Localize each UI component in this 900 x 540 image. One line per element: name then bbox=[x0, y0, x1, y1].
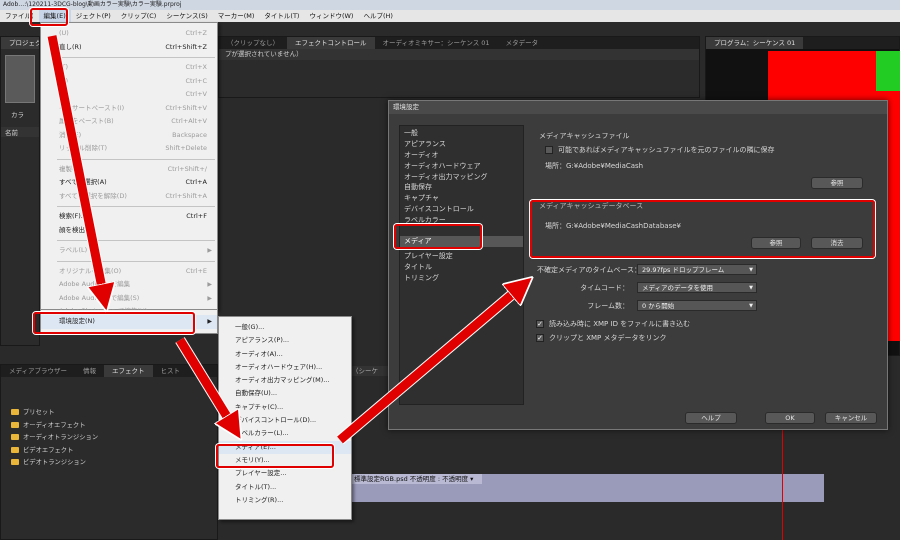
arrow-to-preferences bbox=[46, 34, 104, 298]
arrow-to-media-submenu bbox=[175, 337, 234, 428]
annotation-arrows bbox=[46, 34, 900, 445]
arrow-to-dialog bbox=[336, 286, 522, 445]
